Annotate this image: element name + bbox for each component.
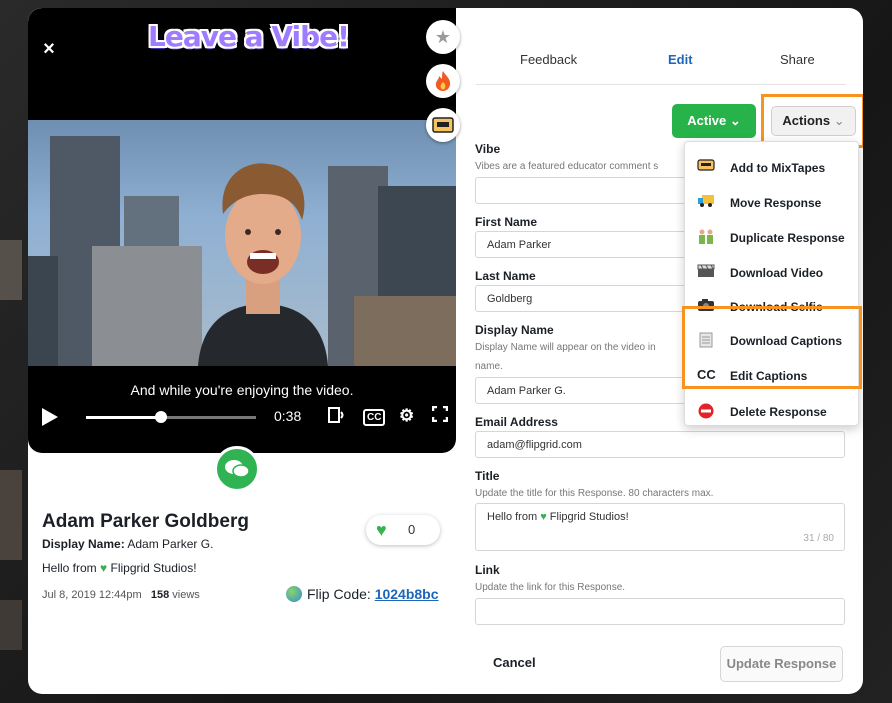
actions-button[interactable]: Actions ⌄ <box>771 106 856 136</box>
globe-icon <box>286 586 302 602</box>
display-name-help-cont: name. <box>475 361 503 372</box>
camera-icon <box>697 298 715 314</box>
cancel-button[interactable]: Cancel <box>493 655 536 670</box>
menu-add-to-mixtapes[interactable]: Add to MixTapes <box>685 153 858 183</box>
email-label: Email Address <box>475 415 558 429</box>
mixtape-icon[interactable] <box>426 108 460 142</box>
heart-icon: ♥ <box>376 520 387 540</box>
like-count: 0 <box>408 522 416 537</box>
tab-share[interactable]: Share <box>780 52 815 67</box>
status-active-button[interactable]: Active ⌄ <box>672 104 756 138</box>
display-name-help: Display Name will appear on the video in <box>475 342 656 353</box>
video-time: 0:38 <box>274 408 302 424</box>
email-field[interactable]: adam@flipgrid.com <box>475 431 845 458</box>
response-meta: Jul 8, 2019 12:44pm 158 views <box>42 589 200 601</box>
background-thumbnail <box>0 240 22 300</box>
duplicate-icon <box>697 229 715 245</box>
person-in-video <box>198 163 328 366</box>
fire-icon[interactable] <box>426 64 460 98</box>
tab-edit[interactable]: Edit <box>668 52 693 67</box>
menu-move-response[interactable]: Move Response <box>685 188 858 218</box>
video-player[interactable]: × Leave a Vibe! And while you're enjoyin… <box>28 8 456 453</box>
response-author-name: Adam Parker Goldberg <box>42 511 249 532</box>
flip-code: Flip Code: 1024b8bc <box>286 586 439 602</box>
display-name-label: Display Name <box>475 323 554 337</box>
truck-icon <box>697 194 715 210</box>
star-icon[interactable]: ★ <box>426 20 460 54</box>
closed-captions-icon[interactable]: CC <box>363 409 386 426</box>
tab-divider <box>476 84 846 85</box>
no-entry-icon <box>697 403 715 419</box>
update-response-button[interactable]: Update Response <box>720 646 843 682</box>
mixtape-icon <box>697 159 715 175</box>
link-label: Link <box>475 563 500 577</box>
like-button[interactable]: ♥ 0 <box>366 515 440 545</box>
video-controls: 0:38 CC ⚙ <box>42 405 449 430</box>
background-thumbnail <box>0 470 22 560</box>
clapperboard-icon <box>697 264 715 280</box>
gear-icon[interactable]: ⚙ <box>399 406 414 426</box>
title-char-counter: 31 / 80 <box>803 533 834 544</box>
background-thumbnail <box>0 600 22 650</box>
leave-a-vibe-title: Leave a Vibe! <box>148 20 350 53</box>
fullscreen-icon[interactable] <box>431 405 449 426</box>
menu-delete-response[interactable]: Delete Response <box>685 397 858 427</box>
response-message: Hello from ♥ Flipgrid Studios! <box>42 561 197 575</box>
comment-bubble-icon[interactable] <box>214 446 260 492</box>
seek-handle[interactable] <box>154 411 167 423</box>
close-icon[interactable]: × <box>38 38 60 61</box>
last-name-label: Last Name <box>475 269 536 283</box>
menu-duplicate-response[interactable]: Duplicate Response <box>685 223 858 253</box>
menu-edit-captions[interactable]: CC Edit Captions <box>685 361 858 391</box>
tab-feedback[interactable]: Feedback <box>520 52 577 67</box>
menu-download-selfie[interactable]: Download Selfie <box>685 292 858 322</box>
seek-progress <box>86 416 161 419</box>
link-help: Update the link for this Response. <box>475 582 626 593</box>
vibe-help: Vibes are a featured educator comment s <box>475 161 659 172</box>
actions-menu: Add to MixTapes Move Response Duplicate … <box>684 141 859 426</box>
play-icon[interactable] <box>42 408 58 426</box>
menu-download-captions[interactable]: Download Captions <box>685 326 858 356</box>
title-label: Title <box>475 469 500 483</box>
flip-code-link[interactable]: 1024b8bc <box>375 586 439 602</box>
menu-download-video[interactable]: Download Video <box>685 258 858 288</box>
link-field[interactable] <box>475 598 845 625</box>
volume-icon[interactable] <box>328 406 348 428</box>
document-icon <box>697 332 715 348</box>
vibe-label: Vibe <box>475 142 501 156</box>
seek-bar[interactable] <box>86 411 256 423</box>
response-modal: × Leave a Vibe! And while you're enjoyin… <box>28 8 863 694</box>
video-caption: And while you're enjoying the video. <box>130 382 354 398</box>
video-frame <box>28 120 456 366</box>
cc-icon: CC <box>697 367 716 382</box>
title-field[interactable]: Hello from ♥ Flipgrid Studios! 31 / 80 <box>475 503 845 551</box>
tab-bar: Feedback Edit Share <box>476 52 851 80</box>
title-help: Update the title for this Response. 80 c… <box>475 488 714 499</box>
display-name-line: Display Name: Adam Parker G. <box>42 537 214 551</box>
first-name-label: First Name <box>475 215 538 229</box>
